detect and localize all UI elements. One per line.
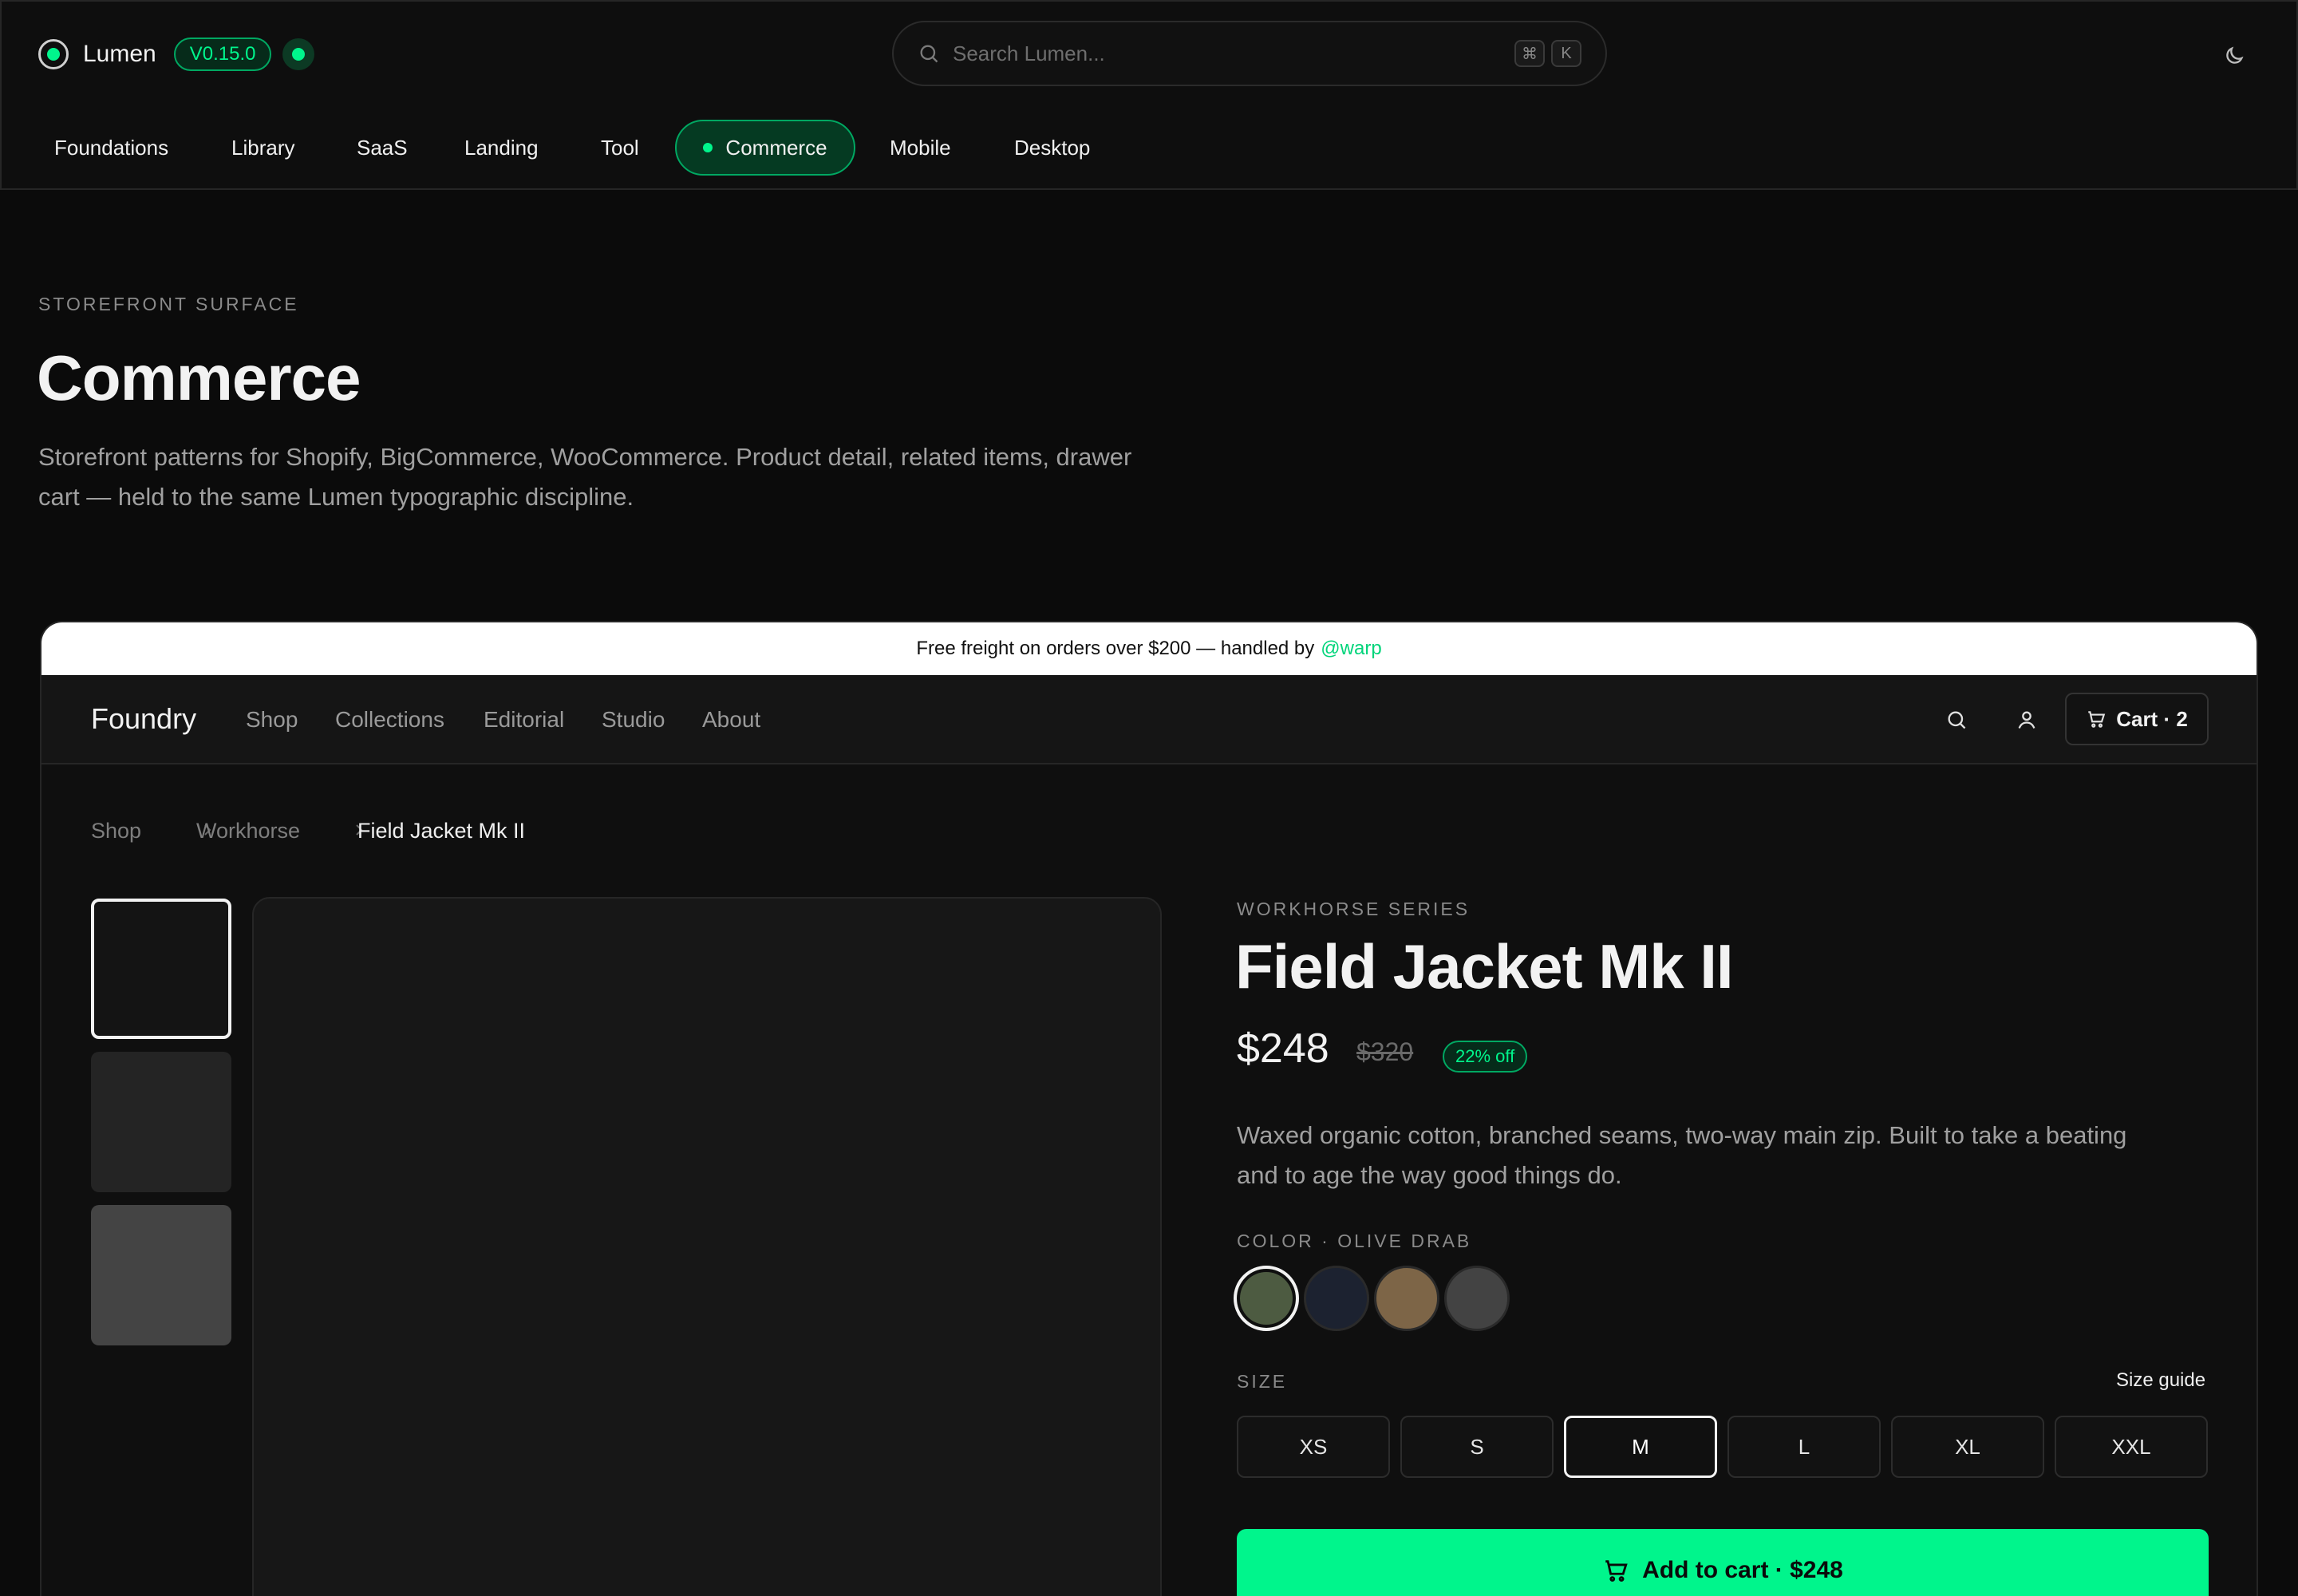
size-label: SIZE bbox=[1237, 1371, 1288, 1392]
color-swatch-olive[interactable] bbox=[1234, 1266, 1299, 1331]
store-link-editorial[interactable]: Editorial bbox=[484, 707, 564, 733]
version-badge: V0.15.0 bbox=[173, 38, 272, 71]
top-bar: Lumen V0.15.0 ⌘ K bbox=[0, 0, 2298, 105]
brand-name: Lumen bbox=[83, 41, 156, 67]
nav-tab-foundations[interactable]: Foundations bbox=[54, 136, 168, 160]
product-thumbnail[interactable] bbox=[91, 1205, 231, 1345]
size-option-l[interactable]: L bbox=[1727, 1416, 1881, 1478]
color-swatch-charcoal[interactable] bbox=[1444, 1266, 1510, 1331]
product-price: $248 bbox=[1237, 1025, 1329, 1072]
banner-handle-link[interactable]: @warp bbox=[1321, 638, 1381, 660]
status-indicator-icon bbox=[282, 38, 315, 70]
store-logo[interactable]: Foundry bbox=[91, 702, 196, 736]
size-option-xs[interactable]: XS bbox=[1237, 1416, 1390, 1478]
nav-tab-commerce[interactable]: Commerce bbox=[675, 120, 855, 176]
product-main-image[interactable] bbox=[252, 897, 1162, 1596]
cart-icon bbox=[2088, 711, 2106, 728]
product-thumbnail[interactable] bbox=[91, 1052, 231, 1192]
size-option-s[interactable]: S bbox=[1400, 1416, 1554, 1478]
search-input[interactable] bbox=[953, 41, 1508, 66]
cart-button[interactable]: Cart · 2 bbox=[2065, 693, 2209, 745]
store-link-about[interactable]: About bbox=[702, 707, 760, 733]
lumen-logo-icon bbox=[38, 39, 69, 69]
cart-icon bbox=[1605, 1560, 1628, 1582]
shortcut-key-cmd: ⌘ bbox=[1514, 40, 1545, 67]
nav-tab-saas[interactable]: SaaS bbox=[357, 136, 408, 160]
store-link-studio[interactable]: Studio bbox=[602, 707, 665, 733]
size-guide-link[interactable]: Size guide bbox=[2116, 1369, 2205, 1392]
section-nav: Foundations Library SaaS Landing Tool Co… bbox=[0, 104, 2298, 190]
brand[interactable]: Lumen V0.15.0 bbox=[38, 37, 315, 72]
cart-label: Cart · 2 bbox=[2116, 706, 2188, 731]
size-option-xxl[interactable]: XXL bbox=[2055, 1416, 2208, 1478]
product-thumbnail[interactable] bbox=[91, 899, 231, 1039]
size-option-m[interactable]: M bbox=[1564, 1416, 1717, 1478]
breadcrumb-current: Field Jacket Mk II bbox=[357, 819, 526, 843]
size-option-xl[interactable]: XL bbox=[1891, 1416, 2044, 1478]
account-button[interactable] bbox=[2011, 704, 2043, 736]
product-title: Field Jacket Mk II bbox=[1235, 931, 1734, 1001]
nav-tab-label: Commerce bbox=[725, 135, 827, 160]
search-icon bbox=[1948, 711, 1966, 729]
user-icon bbox=[2018, 711, 2035, 729]
store-link-collections[interactable]: Collections bbox=[335, 707, 444, 733]
search-icon bbox=[920, 45, 938, 63]
nav-tab-desktop[interactable]: Desktop bbox=[1014, 136, 1090, 160]
theme-toggle-button[interactable] bbox=[2215, 37, 2253, 75]
breadcrumb-shop[interactable]: Shop bbox=[91, 819, 141, 843]
store-link-shop[interactable]: Shop bbox=[246, 707, 298, 733]
add-to-cart-button[interactable]: Add to cart · $248 bbox=[1237, 1529, 2209, 1596]
page-description: Storefront patterns for Shopify, BigComm… bbox=[38, 443, 1132, 511]
shortcut-key-k: K bbox=[1551, 40, 1581, 67]
active-dot-icon bbox=[703, 143, 713, 152]
page-title: Commerce bbox=[37, 342, 361, 413]
color-swatch-tan[interactable] bbox=[1374, 1266, 1439, 1331]
announcement-banner: Free freight on orders over $200 — handl… bbox=[41, 622, 2257, 675]
nav-tab-mobile[interactable]: Mobile bbox=[890, 136, 951, 160]
color-label: COLOR · OLIVE DRAB bbox=[1237, 1231, 1472, 1251]
moon-icon bbox=[2226, 46, 2244, 64]
product-description: Waxed organic cotton, branched seams, tw… bbox=[1237, 1121, 2127, 1189]
discount-badge: 22% off bbox=[1443, 1041, 1528, 1073]
store-search-button[interactable] bbox=[1941, 704, 1972, 736]
breadcrumb-workhorse[interactable]: Workhorse bbox=[196, 819, 300, 843]
nav-tab-tool[interactable]: Tool bbox=[601, 136, 639, 160]
product-original-price: $320 bbox=[1356, 1037, 1414, 1066]
nav-tab-library[interactable]: Library bbox=[231, 136, 294, 160]
add-to-cart-label: Add to cart · $248 bbox=[1642, 1557, 1843, 1583]
store-header: Foundry Shop Collections Editorial Studi… bbox=[41, 675, 2257, 764]
search-bar[interactable]: ⌘ K bbox=[892, 21, 1607, 86]
product-series: WORKHORSE SERIES bbox=[1237, 899, 1471, 919]
banner-text: Free freight on orders over $200 — handl… bbox=[916, 638, 1315, 659]
nav-tab-landing[interactable]: Landing bbox=[464, 136, 539, 160]
color-swatch-navy[interactable] bbox=[1304, 1266, 1369, 1331]
page-eyebrow: STOREFRONT SURFACE bbox=[38, 294, 299, 314]
storefront-preview: Free freight on orders over $200 — handl… bbox=[40, 621, 2258, 1596]
